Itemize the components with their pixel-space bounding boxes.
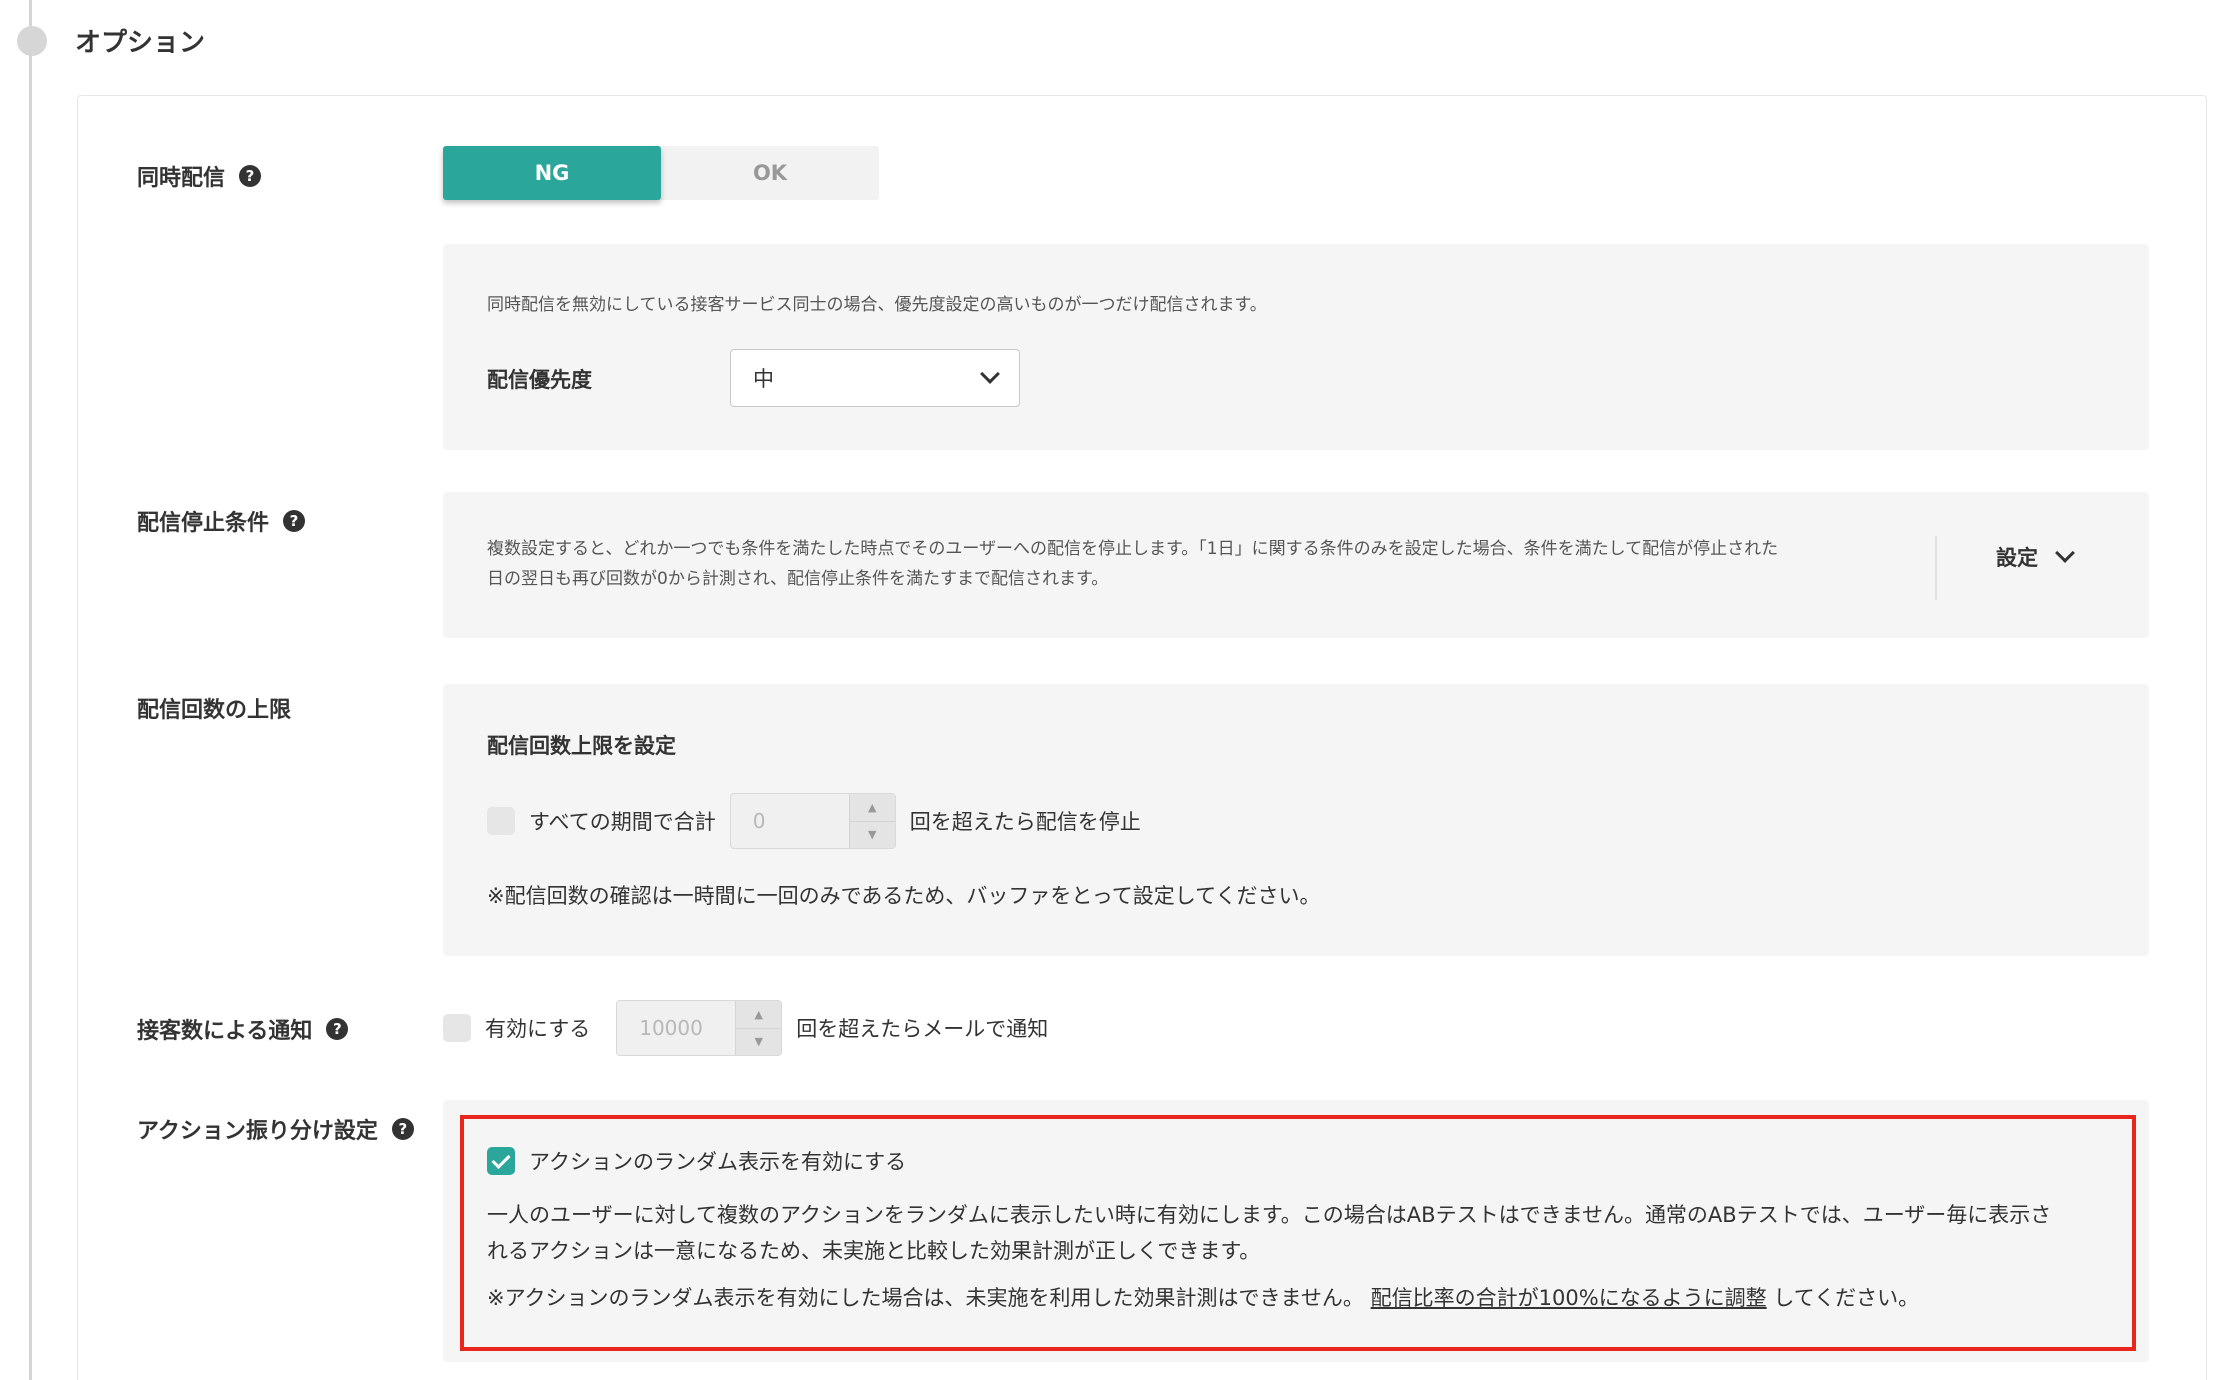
simultaneous-label: 同時配信 [137, 166, 226, 191]
stepper-down-icon[interactable]: ▼ [848, 821, 895, 848]
limit-checkbox-label: すべての期間で合計 [529, 810, 716, 834]
priority-select[interactable]: 中 [730, 349, 1020, 407]
stepper-arrows: ▲ ▼ [848, 794, 895, 848]
notify-count-stepper[interactable]: 10000 ▲ ▼ [616, 1000, 783, 1056]
limit-suffix: 回を超えたら配信を停止 [909, 810, 1141, 834]
stepper-up-icon[interactable]: ▲ [848, 794, 895, 822]
notify-checkbox-label: 有効にする [485, 1017, 591, 1041]
timeline-line [29, 0, 32, 1380]
notify-label-row: 接客数による通知 ? [137, 1013, 349, 1045]
limit-checkbox[interactable] [487, 807, 515, 835]
simultaneous-toggle: NG OK [443, 146, 879, 200]
notify-label: 接客数による通知 [137, 1019, 313, 1044]
limit-row: すべての期間で合計 0 ▲ ▼ 回を超えたら配信を停止 [487, 793, 1141, 849]
timeline-dot [17, 26, 47, 56]
action-split-label-row: アクション振り分け設定 ? [137, 1113, 414, 1145]
toggle-ok-button[interactable]: OK [661, 146, 879, 200]
simultaneous-description: 同時配信を無効にしている接客サービス同士の場合、優先度設定の高いものが一つだけ配… [487, 295, 1267, 315]
chevron-down-icon [980, 364, 1000, 384]
divider [1935, 536, 1937, 600]
limit-note: ※配信回数の確認は一時間に一回のみであるため、バッファをとって設定してください。 [487, 884, 1321, 908]
help-icon[interactable]: ? [283, 510, 306, 532]
simultaneous-label-row: 同時配信 ? [137, 160, 262, 192]
stepper-arrows: ▲ ▼ [735, 1001, 782, 1055]
highlight-frame [460, 1115, 2136, 1351]
priority-value: 中 [753, 367, 774, 391]
limit-label-row: 配信回数の上限 [137, 692, 291, 724]
priority-label: 配信優先度 [487, 368, 592, 392]
action-split-label: アクション振り分け設定 [137, 1119, 378, 1144]
limit-box: 配信回数上限を設定 すべての期間で合計 0 ▲ ▼ 回を超えたら配信を停止 ※配… [443, 684, 2149, 956]
stepper-down-icon[interactable]: ▼ [735, 1028, 782, 1055]
notify-checkbox[interactable] [443, 1014, 471, 1042]
simultaneous-info-box: 同時配信を無効にしている接客サービス同士の場合、優先度設定の高いものが一つだけ配… [443, 244, 2149, 450]
toggle-ng-button[interactable]: NG [443, 146, 661, 200]
help-icon[interactable]: ? [326, 1018, 349, 1040]
stop-condition-description-2: 日の翌日も再び回数が0から計測され、配信停止条件を満たすまで配信されます。 [487, 569, 1109, 589]
stop-condition-label-row: 配信停止条件 ? [137, 505, 306, 537]
help-icon[interactable]: ? [391, 1118, 414, 1140]
stop-condition-setting-button[interactable]: 設定 [1996, 542, 2075, 572]
setting-label: 設定 [1996, 546, 2038, 570]
limit-label: 配信回数の上限 [137, 698, 292, 723]
help-icon[interactable]: ? [239, 165, 262, 187]
stop-condition-box: 複数設定すると、どれか一つでも条件を満たした時点でそのユーザーへの配信を停止しま… [443, 492, 2149, 638]
section-title: オプション [75, 28, 206, 58]
stop-condition-label: 配信停止条件 [137, 511, 270, 536]
limit-box-title: 配信回数上限を設定 [487, 734, 676, 758]
limit-count-stepper[interactable]: 0 ▲ ▼ [729, 793, 896, 849]
limit-count-value: 0 [752, 809, 766, 833]
notify-suffix: 回を超えたらメールで通知 [796, 1017, 1049, 1041]
notify-row: 有効にする 10000 ▲ ▼ 回を超えたらメールで通知 [443, 1000, 1048, 1056]
stepper-up-icon[interactable]: ▲ [735, 1001, 782, 1029]
notify-count-value: 10000 [639, 1016, 703, 1040]
stop-condition-description-1: 複数設定すると、どれか一つでも条件を満たした時点でそのユーザーへの配信を停止しま… [487, 539, 1779, 559]
chevron-down-icon [2055, 543, 2075, 563]
